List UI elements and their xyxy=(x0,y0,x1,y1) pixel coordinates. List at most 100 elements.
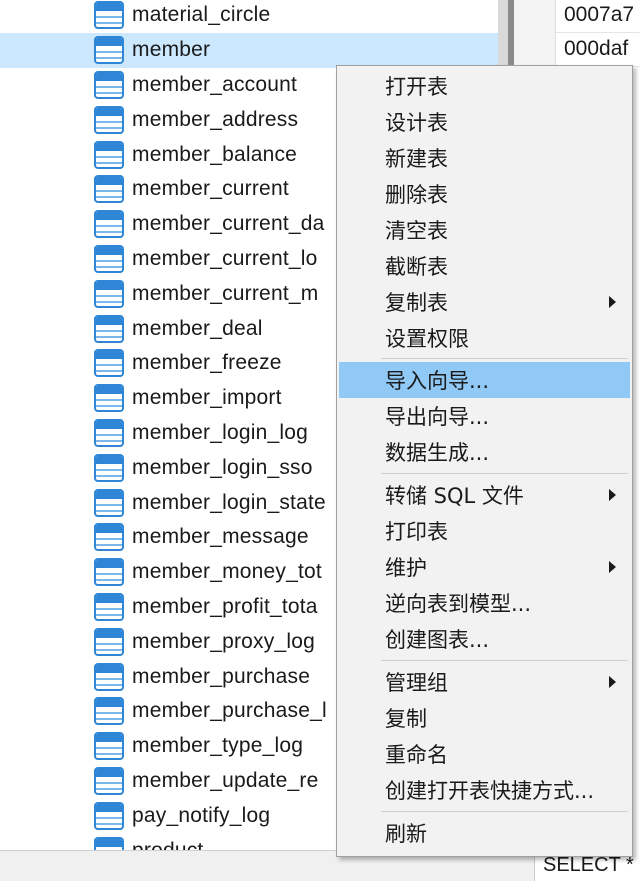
menu-item-label: 刷新 xyxy=(385,822,427,846)
menu-item-data-generation[interactable]: 数据生成... xyxy=(339,434,630,470)
menu-item-label: 导入向导... xyxy=(385,369,490,393)
table-icon xyxy=(94,558,124,587)
table-icon xyxy=(94,175,124,204)
table-icon xyxy=(94,697,124,726)
tree-item-label: member_profit_tota xyxy=(132,594,318,618)
grid-cell[interactable]: 000daf xyxy=(564,37,628,61)
menu-item-label: 重命名 xyxy=(385,743,448,767)
menu-item-label: 创建图表... xyxy=(385,628,490,652)
tree-item-label: product xyxy=(132,839,203,850)
menu-item-maintain[interactable]: 维护 xyxy=(339,549,630,585)
table-icon xyxy=(94,314,124,343)
table-icon xyxy=(94,488,124,517)
menu-item-copy[interactable]: 复制 xyxy=(339,700,630,736)
menu-item-label: 删除表 xyxy=(385,183,448,207)
table-icon xyxy=(94,105,124,134)
table-icon xyxy=(94,592,124,621)
grid-row-divider xyxy=(556,32,640,33)
menu-item-label: 打开表 xyxy=(385,75,448,99)
menu-item-label: 维护 xyxy=(385,556,427,580)
tree-item-label: member_purchase_l xyxy=(132,699,327,723)
submenu-arrow-icon xyxy=(609,561,616,573)
menu-item-copy-table[interactable]: 复制表 xyxy=(339,284,630,320)
menu-item-label: 设计表 xyxy=(385,111,448,135)
menu-separator xyxy=(381,473,628,474)
sql-preview-text: SELECT * F xyxy=(543,854,640,876)
tree-item-label: member_login_sso xyxy=(132,455,313,479)
tree-item-label: member xyxy=(132,38,211,62)
menu-item-label: 数据生成... xyxy=(385,441,490,465)
tree-item-label: member_deal xyxy=(132,316,263,340)
tree-item-label: member_update_re xyxy=(132,768,319,792)
grid-cell[interactable]: 0007a7 xyxy=(564,3,634,27)
menu-item-label: 新建表 xyxy=(385,147,448,171)
tree-item-member[interactable]: member xyxy=(0,32,498,68)
menu-item-label: 导出向导... xyxy=(385,405,490,429)
table-icon xyxy=(94,453,124,482)
table-icon xyxy=(94,836,124,850)
menu-item-open-table[interactable]: 打开表 xyxy=(339,68,630,104)
menu-item-label: 管理组 xyxy=(385,671,448,695)
tree-item-label: member_account xyxy=(132,72,298,96)
menu-item-label: 打印表 xyxy=(385,520,448,544)
table-icon xyxy=(94,662,124,691)
table-icon xyxy=(94,766,124,795)
menu-item-delete-table[interactable]: 删除表 xyxy=(339,176,630,212)
tree-item-label: member_balance xyxy=(132,142,298,166)
menu-item-export-wizard[interactable]: 导出向导... xyxy=(339,398,630,434)
context-menu: 打开表 设计表 新建表 删除表 清空表 截断表 复制表 设置权限 导入向导...… xyxy=(336,65,633,857)
tree-item-label: member_current xyxy=(132,177,289,201)
tree-item-label: member_current_da xyxy=(132,212,325,236)
menu-separator xyxy=(381,660,628,661)
menu-item-label: 转储 SQL 文件 xyxy=(385,484,524,508)
menu-item-create-shortcut[interactable]: 创建打开表快捷方式... xyxy=(339,772,630,808)
menu-item-label: 复制表 xyxy=(385,291,448,315)
menu-item-label: 清空表 xyxy=(385,219,448,243)
menu-item-manage-group[interactable]: 管理组 xyxy=(339,664,630,700)
menu-item-print-table[interactable]: 打印表 xyxy=(339,513,630,549)
tree-item-label: member_current_lo xyxy=(132,246,318,270)
menu-separator xyxy=(381,358,628,359)
table-icon xyxy=(94,36,124,65)
menu-item-new-table[interactable]: 新建表 xyxy=(339,140,630,176)
menu-item-refresh[interactable]: 刷新 xyxy=(339,815,630,851)
tree-item-label: member_proxy_log xyxy=(132,629,315,653)
menu-item-label: 设置权限 xyxy=(385,327,469,351)
table-icon xyxy=(94,523,124,552)
tree-item-label: member_money_tot xyxy=(132,560,322,584)
tree-item-label: material_circle xyxy=(132,3,271,27)
menu-item-rename[interactable]: 重命名 xyxy=(339,736,630,772)
submenu-arrow-icon xyxy=(609,676,616,688)
menu-item-reverse-to-model[interactable]: 逆向表到模型... xyxy=(339,585,630,621)
submenu-arrow-icon xyxy=(609,296,616,308)
table-icon xyxy=(94,1,124,30)
menu-item-dump-sql[interactable]: 转储 SQL 文件 xyxy=(339,477,630,513)
tree-item-material-circle[interactable]: material_circle xyxy=(0,0,498,33)
table-icon xyxy=(94,801,124,830)
tree-item-label: member_freeze xyxy=(132,351,282,375)
menu-item-label: 截断表 xyxy=(385,255,448,279)
menu-item-design-table[interactable]: 设计表 xyxy=(339,104,630,140)
tree-item-label: pay_notify_log xyxy=(132,803,271,827)
table-icon xyxy=(94,140,124,169)
tree-item-label: member_login_state xyxy=(132,490,326,514)
menu-item-set-permissions[interactable]: 设置权限 xyxy=(339,320,630,356)
menu-item-label: 创建打开表快捷方式... xyxy=(385,779,595,803)
tree-item-label: member_message xyxy=(132,525,309,549)
menu-item-truncate-table[interactable]: 截断表 xyxy=(339,248,630,284)
table-icon xyxy=(94,244,124,273)
table-icon xyxy=(94,210,124,239)
tree-item-label: member_current_m xyxy=(132,281,319,305)
table-icon xyxy=(94,627,124,656)
menu-item-create-chart[interactable]: 创建图表... xyxy=(339,621,630,657)
menu-item-import-wizard[interactable]: 导入向导... xyxy=(339,362,630,398)
tree-item-label: member_import xyxy=(132,386,282,410)
submenu-arrow-icon xyxy=(609,489,616,501)
tree-item-label: member_type_log xyxy=(132,734,304,758)
table-icon xyxy=(94,279,124,308)
table-icon xyxy=(94,349,124,378)
tree-item-label: member_purchase xyxy=(132,664,311,688)
tree-item-label: member_address xyxy=(132,107,299,131)
menu-item-empty-table[interactable]: 清空表 xyxy=(339,212,630,248)
menu-item-label: 复制 xyxy=(385,707,427,731)
